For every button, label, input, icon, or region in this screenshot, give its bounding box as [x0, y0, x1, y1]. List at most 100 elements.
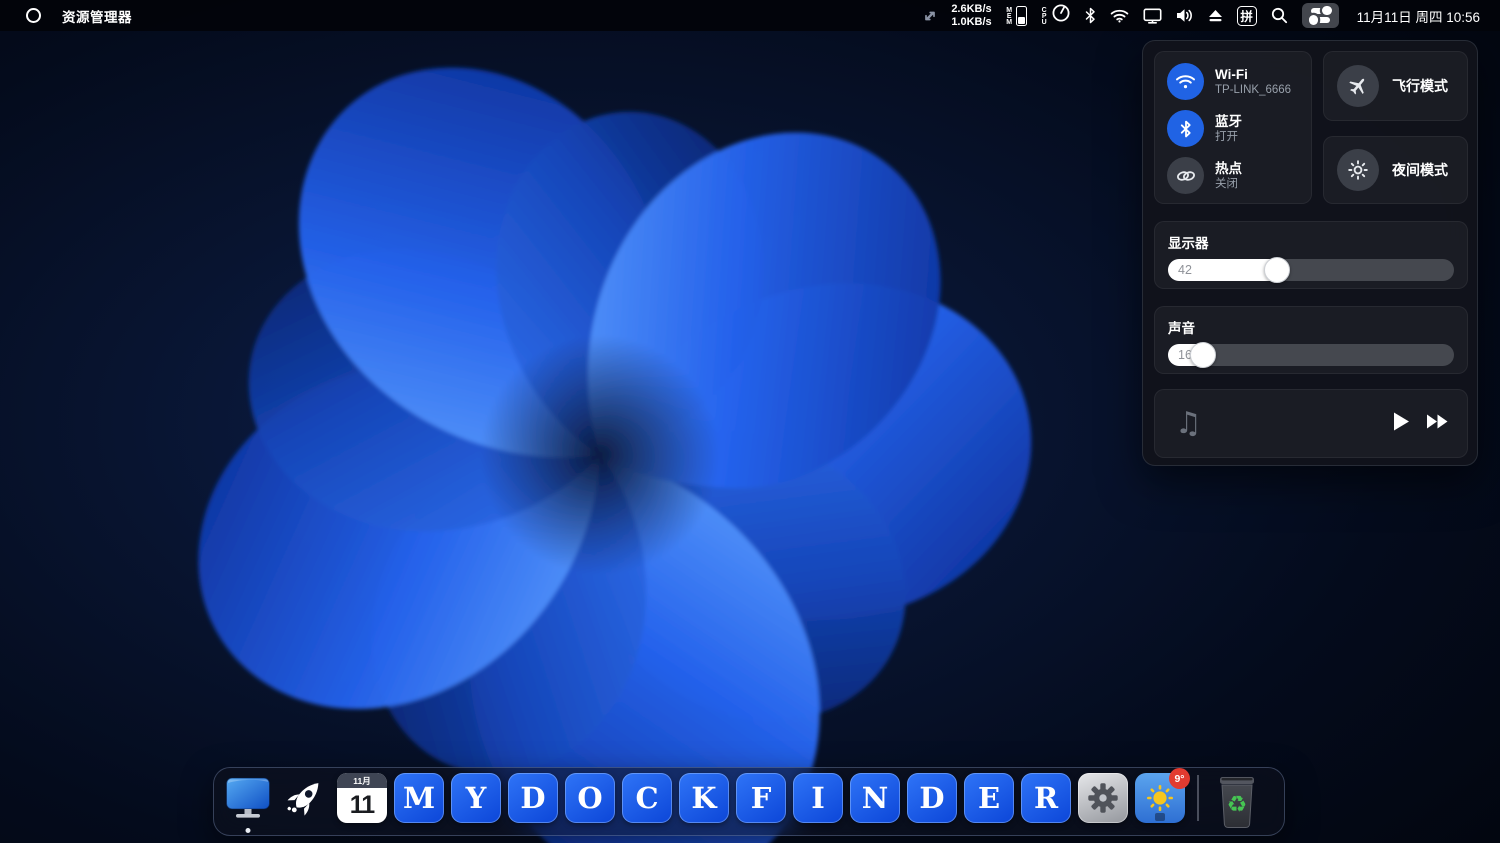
memory-bar-icon: [1016, 6, 1027, 26]
memory-label: MEM: [1006, 7, 1013, 25]
dock-item-letter-f[interactable]: F: [736, 773, 786, 823]
letter-label: D: [919, 781, 944, 815]
music-note-icon: ♫: [1175, 406, 1202, 441]
wifi-toggle-icon[interactable]: [1167, 63, 1204, 100]
letter-label: M: [403, 781, 435, 815]
letter-label: C: [635, 781, 658, 815]
system-logo-icon[interactable]: [26, 8, 41, 23]
wifi-network-name: TP-LINK_6666: [1215, 83, 1291, 97]
control-center-button[interactable]: [1302, 3, 1339, 28]
cpu-gauge-icon: [1051, 3, 1071, 28]
network-activity-icon[interactable]: [923, 9, 937, 23]
calendar-day: 11: [337, 788, 387, 823]
music-player-card: ♫: [1154, 389, 1468, 458]
dock-item-calendar[interactable]: 11月 11: [337, 773, 387, 823]
cpu-indicator[interactable]: CPU: [1041, 3, 1071, 28]
gear-icon: [1082, 777, 1124, 819]
display-slider-fill: 42: [1168, 259, 1288, 281]
display-status-icon[interactable]: [1143, 8, 1162, 24]
letter-label: K: [691, 781, 716, 815]
bluetooth-status-icon[interactable]: [1085, 7, 1096, 24]
memory-indicator[interactable]: MEM: [1006, 6, 1027, 26]
hotspot-row[interactable]: 热点 关闭: [1167, 152, 1311, 199]
hotspot-toggle-icon[interactable]: [1167, 157, 1204, 194]
dock-item-letter-c[interactable]: C: [622, 773, 672, 823]
toggle-pill-icon: [1311, 8, 1330, 14]
datetime-display[interactable]: 11月11日 周四 10:56: [1357, 6, 1480, 26]
hotspot-title: 热点: [1215, 161, 1242, 177]
letter-label: N: [862, 781, 889, 815]
letter-label: R: [1034, 781, 1058, 815]
dock-separator: [1197, 775, 1199, 821]
dock-item-launcher[interactable]: [280, 773, 330, 823]
dock-item-letter-m[interactable]: M: [394, 773, 444, 823]
cpu-label: CPU: [1041, 7, 1048, 25]
volume-card: 声音 16: [1154, 306, 1468, 374]
dock-item-settings[interactable]: [1078, 773, 1128, 823]
night-mode-sun-icon: [1337, 149, 1379, 191]
dock-item-letter-e[interactable]: E: [964, 773, 1014, 823]
letter-label: Y: [466, 781, 487, 815]
dock-item-letter-n[interactable]: N: [850, 773, 900, 823]
toggle-pill-icon: [1311, 17, 1330, 23]
dock-item-letter-k[interactable]: K: [679, 773, 729, 823]
search-icon[interactable]: [1271, 7, 1288, 24]
bluetooth-state: 打开: [1215, 130, 1242, 144]
airplane-mode-card[interactable]: 飞行模式: [1323, 51, 1468, 121]
next-track-button[interactable]: [1427, 414, 1448, 434]
recycle-symbol-icon: ♻: [1227, 792, 1248, 818]
control-center-panel: Wi-Fi TP-LINK_6666 蓝牙 打开: [1142, 40, 1478, 466]
letter-label: I: [811, 781, 825, 815]
dock-item-letter-y[interactable]: Y: [451, 773, 501, 823]
dock-item-computer[interactable]: [223, 773, 273, 823]
bluetooth-title: 蓝牙: [1215, 114, 1242, 130]
network-speed-indicator[interactable]: 2.6KB/s 1.0KB/s: [951, 3, 991, 28]
dock-item-weather[interactable]: 9°: [1135, 773, 1185, 823]
computer-icon: [223, 773, 273, 823]
weather-mini-display: [1155, 813, 1165, 821]
wifi-status-icon[interactable]: [1110, 9, 1129, 23]
letter-label: O: [577, 781, 602, 815]
download-speed: 1.0KB/s: [951, 16, 991, 29]
wifi-title: Wi-Fi: [1215, 67, 1291, 83]
connectivity-card: Wi-Fi TP-LINK_6666 蓝牙 打开: [1154, 51, 1312, 204]
night-mode-card[interactable]: 夜间模式: [1323, 136, 1468, 204]
volume-status-icon[interactable]: [1176, 8, 1194, 23]
dock-item-letter-i[interactable]: I: [793, 773, 843, 823]
airplane-icon: [1337, 65, 1379, 107]
display-slider-value: 42: [1178, 263, 1192, 277]
display-slider-knob[interactable]: [1264, 257, 1290, 283]
desktop: 资源管理器 2.6KB/s 1.0KB/s MEM CPU: [0, 0, 1500, 843]
bluetooth-toggle-icon[interactable]: [1167, 110, 1204, 147]
calendar-month: 11月: [337, 773, 387, 788]
dock-item-letter-d2[interactable]: D: [907, 773, 957, 823]
airplane-mode-label: 飞行模式: [1392, 76, 1448, 96]
eject-icon[interactable]: [1208, 9, 1223, 23]
display-brightness-slider[interactable]: 42: [1168, 259, 1454, 281]
display-brightness-card: 显示器 42: [1154, 221, 1468, 289]
letter-label: E: [978, 781, 1000, 815]
dock-item-letter-r[interactable]: R: [1021, 773, 1071, 823]
bluetooth-row[interactable]: 蓝牙 打开: [1167, 105, 1311, 152]
night-mode-label: 夜间模式: [1392, 160, 1448, 180]
dock: 11月 11 M Y D O C K F I N D E R: [213, 767, 1285, 836]
letter-label: F: [751, 781, 772, 815]
volume-slider-knob[interactable]: [1190, 342, 1216, 368]
volume-slider[interactable]: 16: [1168, 344, 1454, 366]
dock-item-letter-d1[interactable]: D: [508, 773, 558, 823]
menubar: 资源管理器 2.6KB/s 1.0KB/s MEM CPU: [0, 0, 1500, 31]
rocket-icon: [280, 773, 330, 823]
active-app-title[interactable]: 资源管理器: [62, 6, 132, 26]
volume-slider-label: 声音: [1168, 317, 1454, 337]
volume-slider-fill: 16: [1168, 344, 1214, 366]
weather-temperature-badge: 9°: [1169, 768, 1190, 789]
play-button[interactable]: [1393, 412, 1410, 436]
display-slider-label: 显示器: [1168, 232, 1454, 252]
letter-label: D: [520, 781, 545, 815]
running-indicator-dot: [246, 828, 251, 833]
dock-item-recycle-bin[interactable]: ♻: [1211, 773, 1263, 831]
wifi-row[interactable]: Wi-Fi TP-LINK_6666: [1167, 58, 1311, 105]
input-method-indicator[interactable]: 拼: [1237, 6, 1257, 26]
upload-speed: 2.6KB/s: [951, 3, 991, 16]
dock-item-letter-o[interactable]: O: [565, 773, 615, 823]
